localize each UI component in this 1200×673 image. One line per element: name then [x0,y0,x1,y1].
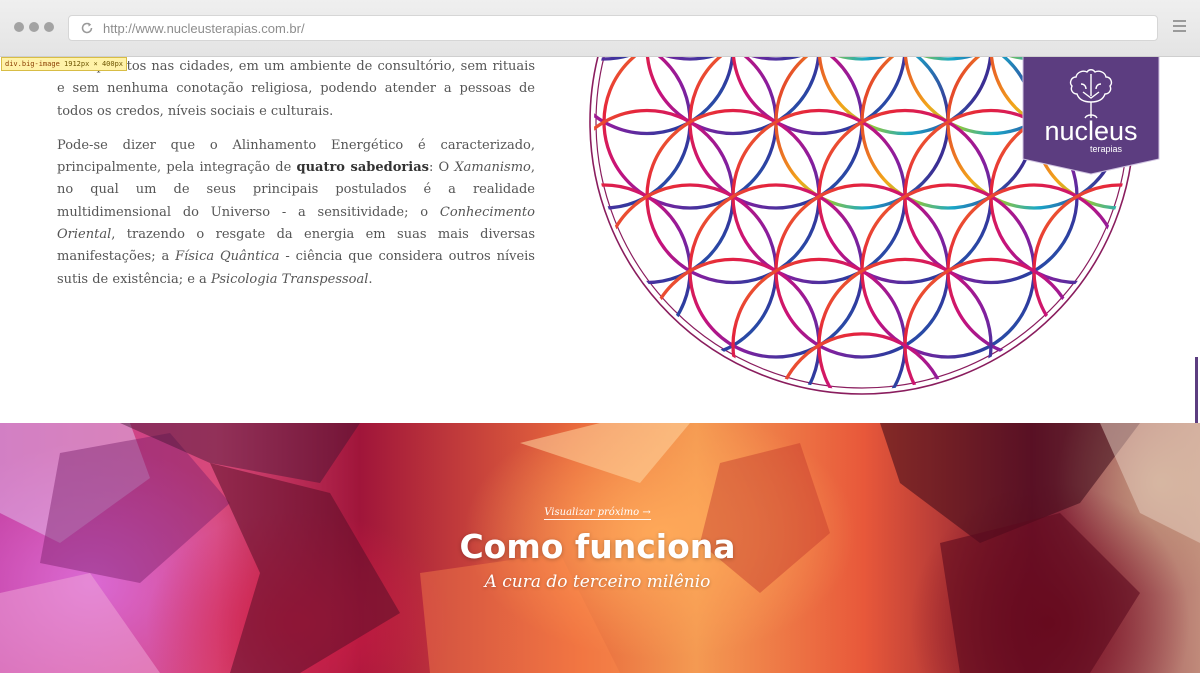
hero-subtitle: A cura do terceiro milênio [484,572,711,592]
page-viewport: div.big-image 1912px × 400px sem aparato… [0,57,1200,673]
address-bar[interactable]: http://www.nucleusterapias.com.br/ [68,15,1158,41]
term-xamanismo: Xamanismo [454,160,531,176]
logo-wordmark: nucleus [1044,116,1137,146]
maximize-window-button[interactable] [44,22,54,32]
next-section-link[interactable]: Visualizar próximo → [544,507,651,520]
article-paragraph-1: sem aparatos nas cidades, em um ambiente… [57,59,535,119]
hero-banner: Visualizar próximo → Como funciona A cur… [0,423,1200,673]
term-fisica-quantica: Física Quântica [175,249,280,265]
devtools-element-tag: div.big-image 1912px × 400px [1,57,128,71]
hamburger-menu-icon[interactable] [1173,20,1186,35]
flower-circle [594,183,692,359]
window-controls [14,22,54,32]
article-paragraph-2: Pode-se dizer que o Alinhamento Energéti… [57,137,535,287]
highlight-quatro-sabedorias: quatro sabedorias [296,160,429,176]
hero-next-link-wrapper: Visualizar próximo → [0,507,1195,520]
nucleus-logo[interactable]: nucleus terapias [1021,57,1161,176]
term-psicologia-transpessoal: Psicologia Transpessoal [210,271,369,287]
close-window-button[interactable] [14,22,24,32]
article-text: sem aparatos nas cidades, em um ambiente… [57,57,535,291]
devtools-element-name: div.big-image [5,60,60,68]
hero-title: Como funciona [459,527,736,566]
devtools-element-size: 1912px × 400px [64,60,124,68]
minimize-window-button[interactable] [29,22,39,32]
logo-tagline: terapias [1090,144,1123,154]
url-text[interactable]: http://www.nucleusterapias.com.br/ [103,21,305,36]
browser-toolbar: http://www.nucleusterapias.com.br/ [0,0,1200,57]
scroll-position-indicator [1195,357,1198,427]
reload-icon[interactable] [80,21,94,35]
